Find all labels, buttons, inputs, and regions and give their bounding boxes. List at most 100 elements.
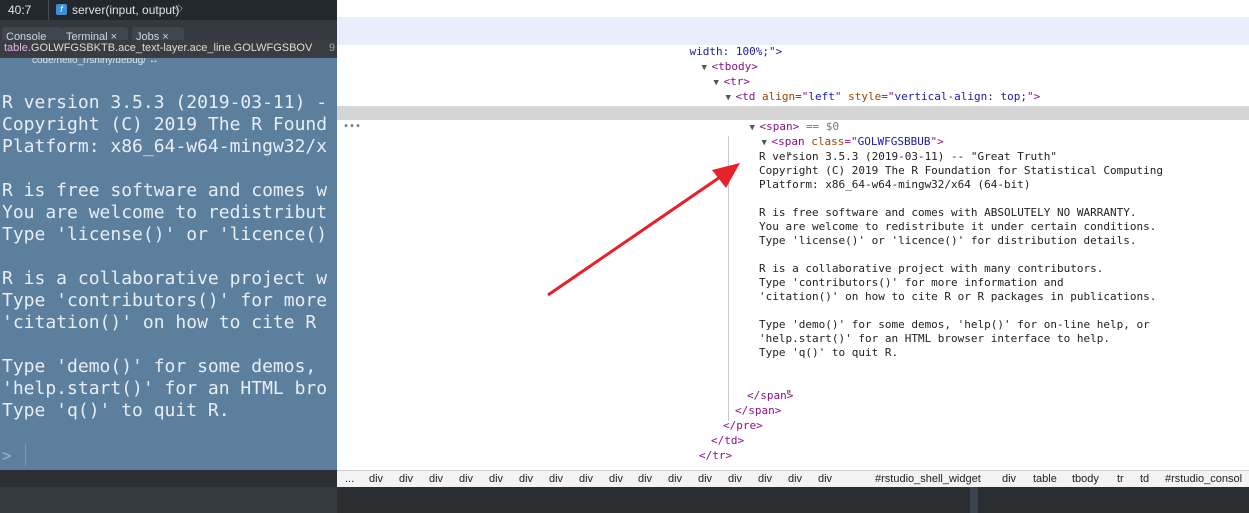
breadcrumb-item[interactable]: div	[638, 473, 652, 485]
dom-text-line: Platform: x86_64-w64-mingw32/x64 (64-bit…	[759, 178, 1031, 191]
dom-node-span-selected[interactable]: ••• ▼ <span> == $0	[337, 106, 1249, 133]
scope-dropdown-icon[interactable]: ◇	[175, 3, 183, 14]
dom-text-line	[337, 360, 1249, 374]
close-span-tag: </span>	[747, 389, 794, 402]
breadcrumb-item[interactable]: tbody	[1072, 473, 1099, 485]
console-output: R version 3.5.3 (2019-03-11) - Copyright …	[2, 92, 327, 422]
console-line: Type 'demo()' for some demos,	[2, 356, 328, 377]
rstudio-console-pane: 40:7 f server(input, output) ◇ Console T…	[0, 0, 337, 470]
breadcrumb-item[interactable]: div	[489, 473, 503, 485]
console-line: Type 'license()' or 'licence()	[2, 224, 328, 245]
devtools-elements-panel: ▼<div style="position: relative; zoom: 1…	[337, 0, 1249, 470]
console-line: Copyright (C) 2019 The R Found	[2, 114, 328, 135]
breadcrumb-item[interactable]: div	[728, 473, 742, 485]
dom-node-tr[interactable]: ▼ <tr>	[337, 61, 1249, 88]
dom-text-line: 'help.start()' for an HTML browser inter…	[759, 332, 1110, 345]
dom-text-line: R is a collaborative project with many c…	[759, 262, 1104, 275]
breadcrumb-item[interactable]: div	[758, 473, 772, 485]
console-line: R is a collaborative project w	[2, 268, 328, 289]
breadcrumb-item[interactable]: div	[459, 473, 473, 485]
dom-text-line: Type 'q()' to quit R.	[759, 346, 899, 359]
breadcrumb-item[interactable]: tr	[1117, 473, 1124, 485]
dom-text-line	[337, 248, 1249, 262]
dom-text-line: Type 'contributors()' for more informati…	[759, 276, 1064, 289]
breadcrumb-item[interactable]: td	[1140, 473, 1149, 485]
console-line: You are welcome to redistribut	[2, 202, 328, 223]
dom-text-line	[337, 304, 1249, 318]
console-tab-strip: Console Terminal × Jobs ×	[0, 20, 337, 42]
breadcrumb-item[interactable]: div	[818, 473, 832, 485]
dom-node-table-cont[interactable]: width: 100%;">	[337, 31, 1249, 58]
dom-node-tbody[interactable]: ▼ <tbody>	[337, 46, 1249, 73]
dom-close-span[interactable]: </span>	[337, 389, 1249, 403]
console-line: R version 3.5.3 (2019-03-11) -	[2, 92, 328, 113]
dom-close-span-2[interactable]: </span>	[337, 404, 1249, 418]
breadcrumb-item[interactable]: div	[429, 473, 443, 485]
dom-close-td[interactable]: </td>	[337, 434, 1249, 448]
console-input-cursor	[25, 444, 26, 466]
breadcrumb-item[interactable]: #rstudio_shell_widget	[875, 473, 981, 485]
function-scope-label[interactable]: server(input, output)	[72, 3, 179, 17]
bottom-splitter[interactable]	[970, 487, 978, 513]
dom-text-line: You are welcome to redistribute it under…	[759, 220, 1157, 233]
console-line: Platform: x86_64-w64-mingw32/x	[2, 136, 328, 157]
dom-text-line: R version 3.5.3 (2019-03-11) -- "Great T…	[759, 150, 1058, 163]
dom-close-tr[interactable]: </tr>	[337, 449, 1249, 463]
console-line: Type 'contributors()' for more	[2, 290, 328, 311]
dom-text-line: R is free software and comes with ABSOLU…	[759, 206, 1137, 219]
breadcrumb-item[interactable]: div	[788, 473, 802, 485]
dom-text-line: Copyright (C) 2019 The R Foundation for …	[759, 164, 1163, 177]
dom-node-table[interactable]: ▼<table cellspacing="0" cellpadding="0" …	[337, 17, 1249, 44]
dom-node-inner-span[interactable]: ▼ <span class="GOLWFGSBBUB">	[337, 121, 1249, 148]
path-text: code/hello_r/shiny/debug/ ↔	[32, 58, 159, 66]
bottom-left-panel	[0, 487, 337, 513]
tooltip-tag-name: table	[4, 42, 28, 54]
dom-node-div[interactable]: ▼<div style="position: relative; zoom: 1…	[337, 2, 1249, 29]
console-prompt[interactable]: >	[2, 446, 12, 465]
dom-text-line	[337, 192, 1249, 206]
editor-status-bar: 40:7 f server(input, output) ◇	[0, 0, 337, 20]
dom-text-line: Type 'demo()' for some demos, 'help()' f…	[759, 318, 1150, 331]
console-line: Type 'q()' to quit R.	[2, 400, 230, 421]
bottom-strip	[0, 487, 1249, 513]
breadcrumb-item[interactable]: table	[1033, 473, 1057, 485]
close-td-tag: </td>	[711, 434, 745, 447]
console-line: R is free software and comes w	[2, 180, 328, 201]
dom-text-line: 'citation()' on how to cite R or R packa…	[759, 290, 1157, 303]
dom-node-td[interactable]: ▼ <td align="left" style="vertical-align:…	[337, 76, 1249, 103]
cursor-position: 40:7	[8, 3, 32, 17]
console-line: 'help.start()' for an HTML bro	[2, 378, 328, 399]
tooltip-tag: table.GOLWFGSBKTB.ace_text-layer.ace_lin…	[4, 42, 312, 54]
dom-breadcrumb: ... div div div div div div div div div div div div d…	[337, 470, 1249, 488]
console-line: 'citation()' on how to cite R	[2, 312, 328, 333]
breadcrumb-item[interactable]: div	[1002, 473, 1016, 485]
dom-text-line: Type 'license()' or 'licence()' for dist…	[759, 234, 1137, 247]
breadcrumb-item[interactable]: div	[698, 473, 712, 485]
working-directory-path: code/hello_r/shiny/debug/ ↔	[0, 58, 337, 70]
function-icon: f	[56, 4, 67, 15]
breadcrumb-item[interactable]: ...	[345, 473, 354, 485]
breadcrumb-item[interactable]: #rstudio_consol	[1165, 473, 1242, 485]
breadcrumb-item[interactable]: div	[609, 473, 623, 485]
annotation-arrow-line	[547, 171, 727, 297]
breadcrumb-item[interactable]: div	[519, 473, 533, 485]
close-span-tag-2: </span>	[735, 404, 782, 417]
status-divider	[48, 0, 49, 20]
breadcrumb-item[interactable]: div	[549, 473, 563, 485]
tooltip-classes: .GOLWFGSBKTB.ace_text-layer.ace_line.GOL…	[27, 42, 313, 54]
breadcrumb-item[interactable]: div	[668, 473, 682, 485]
annotation-arrow	[547, 163, 740, 297]
breadcrumb-item[interactable]: div	[399, 473, 413, 485]
close-tr-tag: </tr>	[699, 449, 733, 462]
breadcrumb-item[interactable]: div	[369, 473, 383, 485]
element-inspector-tooltip: table.GOLWFGSBKTB.ace_text-layer.ace_lin…	[0, 40, 337, 58]
tooltip-size: 9	[329, 42, 336, 54]
text-node-open-quote[interactable]: "	[337, 136, 1249, 163]
breadcrumb-item[interactable]: div	[579, 473, 593, 485]
dom-node-pre[interactable]: ▼<pre tabindex="0" class="GOLWFGSBBUB" i…	[337, 91, 1249, 118]
dom-close-pre[interactable]: </pre>	[337, 419, 1249, 433]
text-node-close-quote[interactable]: "	[337, 374, 1249, 401]
